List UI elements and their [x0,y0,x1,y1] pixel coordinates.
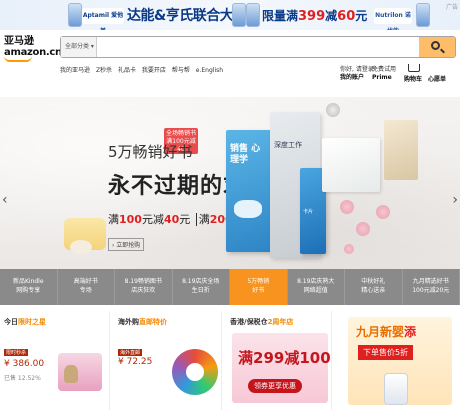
cart-label: 购物车 [404,76,423,83]
formula-can-image [416,3,430,27]
tab-50k-books[interactable]: 5万畅销 好书 [230,269,288,305]
block-daily-deal[interactable]: 今日限时之星 限时秒杀 ¥ 386.00 已售 12.52% [0,311,110,410]
formula-can-image [246,3,260,27]
block-hk-bonded[interactable]: 香港/保税仓2周年店 满299减100 领券更享优惠 [226,311,332,410]
book-beige[interactable] [384,120,418,180]
prime-trial: 免费试用 [372,66,397,73]
flower-image [344,244,354,254]
book-white[interactable] [322,138,380,192]
tab-mid-autumn[interactable]: 中秋好礼 精心送亲 [345,269,403,305]
cart-link[interactable]: 购物车 [404,76,422,84]
subnav-z-deals[interactable]: Z秒杀 [96,67,112,74]
promo-blocks: 今日限时之星 限时秒杀 ¥ 386.00 已售 12.52% 海外购直邮特价 海… [0,311,460,410]
amazon-logo[interactable]: 亚马逊 amazon.cn [4,36,62,66]
book-psychology-title: 销售 心理学 [230,144,261,165]
new-baby-title: 九月新婴添 [356,325,417,339]
tab-premium-books[interactable]: 高端好书 专场 [58,269,115,305]
search-icon [431,41,440,50]
search-scope-select[interactable]: 全部分类 ▾ [61,37,97,57]
sub-navigation: 我的亚马逊 Z秒杀 礼品卡 我要开店 帮与帮 e.English [60,65,227,74]
formula-can-image [68,3,82,27]
ad-tag: 广告 [445,4,458,11]
account-label: 我的账户 [340,74,365,81]
logo-cn: 亚马逊 [4,36,34,47]
flower-image [356,222,370,236]
tab-819-bestsellers[interactable]: 8.19畅销图书 店庆狂欢 [115,269,173,305]
new-baby-sub: 下单售价5折 [358,345,414,360]
shop-now-link[interactable]: › 立即抢购 [108,238,145,251]
wishlist-label: 心愿单 [428,76,447,83]
category-tabs: 新品Kindle 网购专享 高端好书 专场 8.19畅销图书 店庆狂欢 8.19店庆全… [0,269,460,305]
top-ad-banner[interactable]: Aptamil 爱他美 达能&亨氏联合大牌日 限量满399减60元 Nutril… [0,0,460,30]
subnav-sell[interactable]: 我要开店 [142,67,166,74]
search-button[interactable] [419,37,455,57]
prime-menu[interactable]: 免费试用 Prime [372,66,396,82]
coupon-button[interactable]: 领券更享优惠 [248,379,302,393]
plate-image [70,240,92,254]
subnav-help[interactable]: 帮与帮 [172,67,190,74]
flower-image [340,200,354,214]
coupon-headline: 满299减100 [238,349,331,367]
shark-illustration [234,200,262,218]
cart-icon[interactable] [408,64,420,72]
formula-can-image [232,3,246,27]
account-greeting: 你好, 请登录 [340,66,374,73]
nutrilon-logo: Nutrilon 诺优能 [374,8,412,30]
block-price: ¥ 72.25 [118,357,153,367]
block-sub: 已售 12.52% [4,375,41,382]
tab-819-sale[interactable]: 8.19店庆全场 生日折 [173,269,230,305]
carousel-prev-icon[interactable]: ‹ [2,192,8,208]
hero-title-1: 5万畅销好书 [108,143,193,161]
subnav-my-amazon[interactable]: 我的亚马逊 [60,67,90,74]
subnav-english[interactable]: e.English [196,67,223,74]
product-hole [186,363,204,381]
block-new-baby[interactable]: 九月新婴添 下单售价5折 [336,311,460,410]
flower-image [376,205,390,219]
product-image [384,373,408,405]
block-title: 海外购直邮特价 [118,318,167,326]
block-price: ¥ 386.00 [4,359,45,369]
account-menu[interactable]: 你好, 请登录 我的账户 [340,66,374,82]
ad-promo: 限量满399减60元 [262,9,368,24]
amazon-home-page: Aptamil 爱他美 达能&亨氏联合大牌日 限量满399减60元 Nutril… [0,0,460,410]
block-title: 今日限时之星 [4,318,46,326]
subnav-gift-card[interactable]: 礼品卡 [118,67,136,74]
bulb-image [326,103,340,117]
search-bar: 全部分类 ▾ [60,36,456,58]
tab-kindle[interactable]: 新品Kindle 网购专享 [0,269,58,305]
block-overseas[interactable]: 海外购直邮特价 海外直邮 ¥ 72.25 [114,311,222,410]
block-chip: 限时秒杀 [4,349,29,356]
wishlist-link[interactable]: 心愿单 [428,76,446,84]
block-title: 香港/保税仓2周年店 [230,318,294,326]
aptamil-logo: Aptamil 爱他美 [82,8,124,30]
tab-819-deals[interactable]: 8.19店庆熟大 网络超值 [288,269,345,305]
logo-en: amazon.cn [4,47,62,58]
tab-september-books[interactable]: 九月精选好书 100元减20元 [403,269,460,305]
prime-label: Prime [372,74,392,81]
block-chip: 海外直邮 [118,349,143,356]
toy-image [64,365,78,383]
book-psychology[interactable]: 销售 心理学 [226,130,272,252]
carousel-next-icon[interactable]: › [452,192,458,208]
